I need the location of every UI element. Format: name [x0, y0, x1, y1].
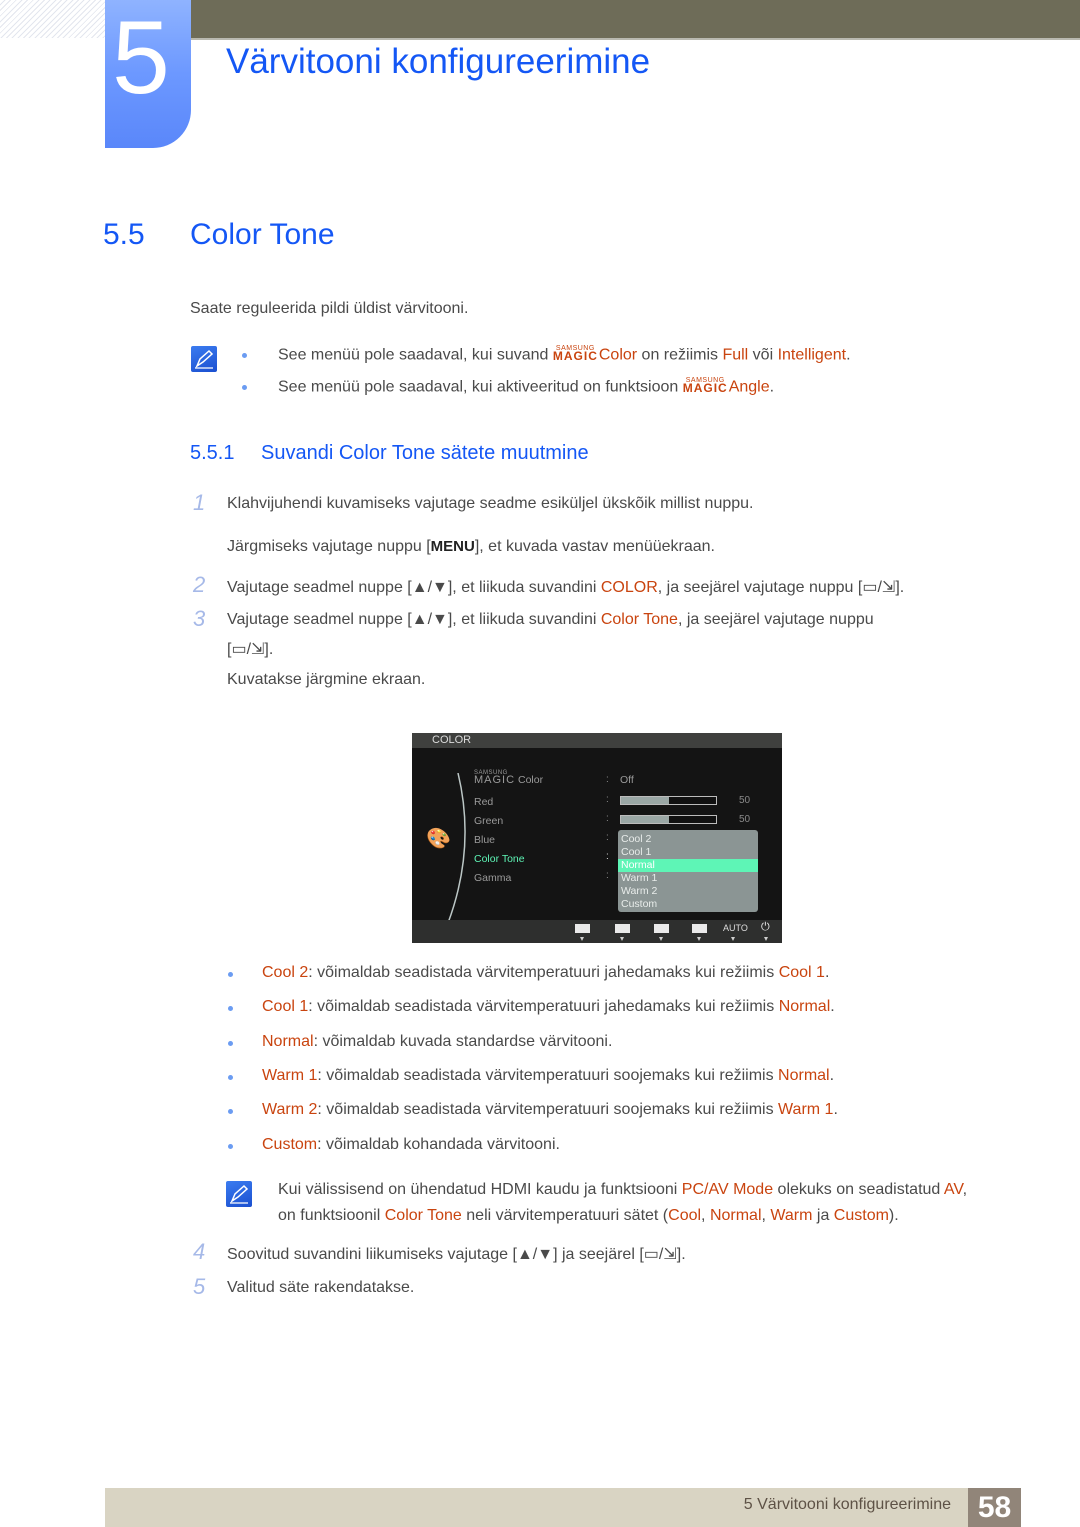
enter-button-icon[interactable] [692, 924, 707, 933]
source-enter-icon: ▭/⇲ [231, 641, 265, 658]
osd-menu-screenshot: COLOR 🎨 SAMSUNG MAGIC Color : Off Red : 5… [412, 733, 782, 943]
step-number: 4 [193, 1239, 206, 1264]
up-down-arrows-icon: ▲/▼ [411, 579, 448, 596]
osd-item-blue[interactable]: Blue [474, 834, 495, 846]
up-down-arrows-icon: ▲/▼ [411, 611, 448, 628]
osd-header: COLOR [412, 733, 782, 748]
up-down-arrows-icon: ▲/▼ [516, 1246, 554, 1263]
step-number: 1 [193, 490, 206, 515]
bullet [228, 1075, 233, 1080]
green-slider-fill [621, 816, 669, 823]
option-cool1[interactable]: Cool 1 [621, 846, 758, 859]
osd-colon: : [606, 813, 609, 824]
bullet [228, 1109, 233, 1114]
section-intro: Saate reguleerida pildi üldist värvitoon… [190, 300, 469, 317]
source-enter-icon: ▭/⇲ [862, 579, 896, 596]
red-value: 50 [739, 795, 751, 806]
list-item: Warm 2: võimaldab seadistada värvitemper… [262, 1101, 838, 1118]
list-item: Normal: võimaldab kuvada standardse värv… [262, 1033, 613, 1050]
up-button-icon[interactable] [654, 924, 669, 933]
green-value: 50 [739, 814, 751, 825]
magic-logo: SAMSUNG MAGIC [552, 345, 598, 363]
osd-title: COLOR [432, 734, 472, 746]
step-number: 5 [193, 1274, 206, 1299]
osd-item-color-tone[interactable]: Color Tone [474, 853, 525, 865]
bullet [228, 972, 233, 977]
osd-item-red[interactable]: Red [474, 796, 493, 808]
page-footer: 5 Värvitooni konfigureerimine 58 [105, 1488, 1021, 1527]
red-slider-fill [621, 797, 669, 804]
step-text: Klahvijuhendi kuvamiseks vajutage seadme… [227, 495, 754, 512]
step-number: 2 [193, 572, 206, 597]
arrow-down-indicator [731, 937, 735, 941]
note-icon [191, 346, 217, 372]
list-item: Cool 2: võimaldab seadistada värvitemper… [262, 964, 830, 981]
option-custom[interactable]: Custom [621, 898, 758, 911]
chapter-number: 5 [112, 0, 170, 116]
bullet [242, 353, 247, 358]
arrow-down-indicator [580, 937, 584, 941]
list-item: Custom: võimaldab kohandada värvitooni. [262, 1136, 560, 1153]
note-item: See menüü pole saadaval, kui aktiveeritu… [278, 377, 775, 396]
subsection-number: 5.5.1 [190, 442, 235, 464]
bullet [228, 1006, 233, 1011]
arrow-down-indicator [764, 937, 768, 941]
note-icon [226, 1181, 252, 1207]
left-button-icon[interactable] [575, 924, 590, 933]
palette-icon: 🎨 [426, 828, 451, 850]
option-cool2[interactable]: Cool 2 [621, 833, 758, 846]
arrow-down-indicator [697, 937, 701, 941]
red-slider[interactable] [620, 796, 717, 805]
option-normal[interactable]: Normal [618, 859, 758, 872]
chapter-title: Värvitooni konfigureerimine [226, 42, 651, 81]
note-text: on funktsioonil Color Tone neli värvitem… [278, 1207, 899, 1224]
step-number: 3 [193, 606, 206, 631]
color-tone-dropdown[interactable]: Cool 2 Cool 1 Normal Warm 1 Warm 2 Custo… [618, 830, 758, 912]
arrow-down-indicator [659, 937, 663, 941]
section-title: Color Tone [190, 218, 335, 251]
menu-key: MENU [430, 538, 475, 555]
osd-colon: : [606, 870, 609, 881]
section-number: 5.5 [103, 218, 145, 251]
option-warm1[interactable]: Warm 1 [621, 872, 758, 885]
osd-colon: : [606, 774, 609, 785]
osd-colon: : [606, 832, 609, 843]
note-text: Kui välissisend on ühendatud HDMI kaudu … [278, 1181, 968, 1198]
list-item: Cool 1: võimaldab seadistada värvitemper… [262, 998, 835, 1015]
footer-chapter: 5 Värvitooni konfigureerimine [743, 1496, 951, 1513]
option-warm2[interactable]: Warm 2 [621, 885, 758, 898]
step-text: Soovitud suvandini liikumiseks vajutage … [227, 1246, 686, 1263]
header-divider [190, 38, 1080, 40]
green-slider[interactable] [620, 815, 717, 824]
osd-item-gamma[interactable]: Gamma [474, 872, 511, 884]
magic-logo: SAMSUNG MAGIC [682, 377, 728, 395]
auto-button[interactable]: AUTO [723, 923, 748, 933]
subsection-title: Suvandi Color Tone sätete muutmine [261, 442, 589, 464]
bullet [228, 1144, 233, 1149]
step-text: Valitud säte rakendatakse. [227, 1279, 415, 1296]
step-text: [▭/⇲]. [227, 641, 274, 658]
osd-colon: : [606, 794, 609, 805]
step-text: Kuvatakse järgmine ekraan. [227, 671, 426, 688]
step-text: Vajutage seadmel nuppe [▲/▼], et liikuda… [227, 611, 874, 628]
osd-colon: : [606, 851, 609, 862]
osd-item-magic-color[interactable]: SAMSUNG MAGIC Color [474, 770, 543, 786]
header-hatch [0, 0, 105, 38]
page-number: 58 [968, 1488, 1021, 1527]
arrow-down-indicator [620, 937, 624, 941]
header-bar [190, 0, 1080, 38]
osd-item-green[interactable]: Green [474, 815, 503, 827]
down-button-icon[interactable] [615, 924, 630, 933]
power-icon[interactable]: ⏻ [761, 921, 770, 934]
bullet [242, 385, 247, 390]
source-enter-icon: ▭/⇲ [643, 1246, 677, 1263]
osd-button-bar: AUTO ⏻ [412, 920, 782, 943]
bullet [228, 1041, 233, 1046]
step-text: Vajutage seadmel nuppe [▲/▼], et liikuda… [227, 579, 905, 596]
note-item: See menüü pole saadaval, kui suvand SAMS… [278, 345, 851, 364]
osd-value: Off [620, 774, 634, 786]
list-item: Warm 1: võimaldab seadistada värvitemper… [262, 1067, 835, 1084]
step-text: Järgmiseks vajutage nuppu [MENU], et kuv… [227, 538, 715, 555]
